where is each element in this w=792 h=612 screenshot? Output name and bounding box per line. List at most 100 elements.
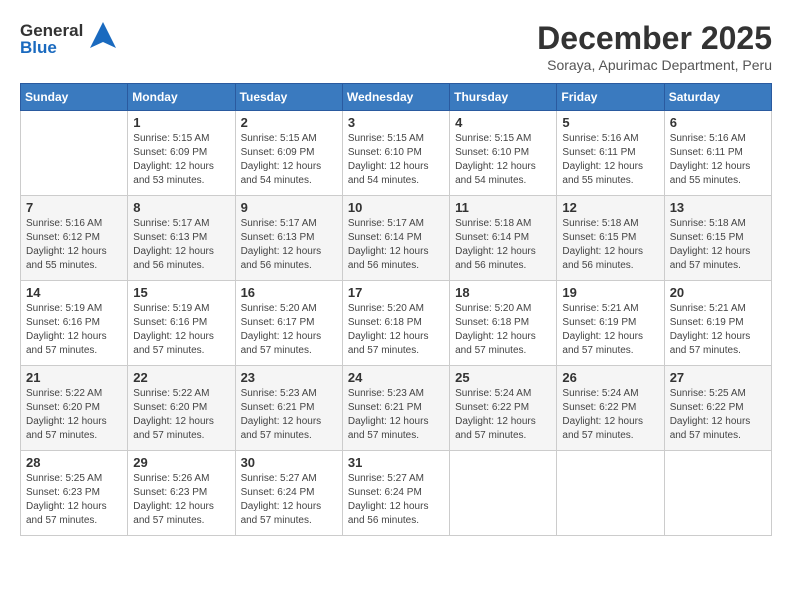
weekday-header-saturday: Saturday <box>664 84 771 111</box>
title-area: December 2025 Soraya, Apurimac Departmen… <box>537 20 772 73</box>
header: General Blue December 2025 Soraya, Apuri… <box>20 20 772 73</box>
weekday-header-tuesday: Tuesday <box>235 84 342 111</box>
day-info: Sunrise: 5:18 AMSunset: 6:15 PMDaylight:… <box>670 217 766 273</box>
day-number: 6 <box>670 115 766 130</box>
day-number: 23 <box>241 370 337 385</box>
day-number: 4 <box>455 115 551 130</box>
day-number: 10 <box>348 200 444 215</box>
day-info: Sunrise: 5:17 AMSunset: 6:14 PMDaylight:… <box>348 217 444 273</box>
day-number: 2 <box>241 115 337 130</box>
logo-blue: Blue <box>20 39 83 56</box>
calendar-cell: 7 Sunrise: 5:16 AMSunset: 6:12 PMDaylight… <box>21 196 128 281</box>
day-number: 26 <box>562 370 658 385</box>
day-info: Sunrise: 5:26 AMSunset: 6:23 PMDaylight:… <box>133 472 229 528</box>
calendar-cell: 18 Sunrise: 5:20 AMSunset: 6:18 PMDayligh… <box>450 281 557 366</box>
day-number: 18 <box>455 285 551 300</box>
calendar-cell: 31Sunrise: 5:27 AMSunset: 6:24 PMDayligh… <box>342 451 449 536</box>
day-info: Sunrise: 5:25 AMSunset: 6:22 PMDaylight:… <box>670 387 766 443</box>
calendar-cell: 21 Sunrise: 5:22 AMSunset: 6:20 PMDayligh… <box>21 366 128 451</box>
calendar-cell: 30 Sunrise: 5:27 AMSunset: 6:24 PMDayligh… <box>235 451 342 536</box>
day-info: Sunrise: 5:18 AMSunset: 6:15 PMDaylight:… <box>562 217 658 273</box>
day-number: 19 <box>562 285 658 300</box>
day-number: 17 <box>348 285 444 300</box>
calendar-cell: 5 Sunrise: 5:16 AMSunset: 6:11 PMDaylight… <box>557 111 664 196</box>
weekday-header-monday: Monday <box>128 84 235 111</box>
day-number: 25 <box>455 370 551 385</box>
day-info: Sunrise: 5:16 AMSunset: 6:11 PMDaylight:… <box>670 132 766 188</box>
day-number: 11 <box>455 200 551 215</box>
day-info: Sunrise: 5:27 AMSunset: 6:24 PMDaylight:… <box>241 472 337 528</box>
weekday-header-thursday: Thursday <box>450 84 557 111</box>
calendar-cell: 24 Sunrise: 5:23 AMSunset: 6:21 PMDayligh… <box>342 366 449 451</box>
calendar-cell: 13 Sunrise: 5:18 AMSunset: 6:15 PMDayligh… <box>664 196 771 281</box>
weekday-header-wednesday: Wednesday <box>342 84 449 111</box>
location-subtitle: Soraya, Apurimac Department, Peru <box>537 57 772 73</box>
week-row-4: 21 Sunrise: 5:22 AMSunset: 6:20 PMDayligh… <box>21 366 772 451</box>
day-number: 29 <box>133 455 229 470</box>
weekday-header-friday: Friday <box>557 84 664 111</box>
day-number: 14 <box>26 285 122 300</box>
calendar-cell <box>450 451 557 536</box>
day-number: 22 <box>133 370 229 385</box>
logo: General Blue <box>20 20 118 57</box>
day-info: Sunrise: 5:20 AMSunset: 6:18 PMDaylight:… <box>455 302 551 358</box>
calendar-cell: 26 Sunrise: 5:24 AMSunset: 6:22 PMDayligh… <box>557 366 664 451</box>
calendar-cell <box>557 451 664 536</box>
calendar-cell: 19 Sunrise: 5:21 AMSunset: 6:19 PMDayligh… <box>557 281 664 366</box>
day-info: Sunrise: 5:18 AMSunset: 6:14 PMDaylight:… <box>455 217 551 273</box>
calendar-cell: 6 Sunrise: 5:16 AMSunset: 6:11 PMDaylight… <box>664 111 771 196</box>
day-info: Sunrise: 5:27 AMSunset: 6:24 PMDaylight:… <box>348 472 444 528</box>
day-number: 7 <box>26 200 122 215</box>
day-info: Sunrise: 5:23 AMSunset: 6:21 PMDaylight:… <box>241 387 337 443</box>
logo-bird-icon <box>88 20 118 57</box>
week-row-5: 28 Sunrise: 5:25 AMSunset: 6:23 PMDayligh… <box>21 451 772 536</box>
day-info: Sunrise: 5:16 AMSunset: 6:12 PMDaylight:… <box>26 217 122 273</box>
day-info: Sunrise: 5:21 AMSunset: 6:19 PMDaylight:… <box>670 302 766 358</box>
week-row-1: 1 Sunrise: 5:15 AMSunset: 6:09 PMDaylight… <box>21 111 772 196</box>
day-number: 24 <box>348 370 444 385</box>
calendar-cell: 10 Sunrise: 5:17 AMSunset: 6:14 PMDayligh… <box>342 196 449 281</box>
day-info: Sunrise: 5:23 AMSunset: 6:21 PMDaylight:… <box>348 387 444 443</box>
calendar-cell: 16Sunrise: 5:20 AMSunset: 6:17 PMDayligh… <box>235 281 342 366</box>
week-row-3: 14 Sunrise: 5:19 AMSunset: 6:16 PMDayligh… <box>21 281 772 366</box>
day-info: Sunrise: 5:20 AMSunset: 6:17 PMDaylight:… <box>241 302 337 358</box>
calendar-table: SundayMondayTuesdayWednesdayThursdayFrid… <box>20 83 772 536</box>
day-number: 20 <box>670 285 766 300</box>
day-number: 8 <box>133 200 229 215</box>
calendar-cell: 17Sunrise: 5:20 AMSunset: 6:18 PMDayligh… <box>342 281 449 366</box>
day-info: Sunrise: 5:15 AMSunset: 6:10 PMDaylight:… <box>455 132 551 188</box>
day-info: Sunrise: 5:19 AMSunset: 6:16 PMDaylight:… <box>26 302 122 358</box>
day-number: 12 <box>562 200 658 215</box>
calendar-cell: 2 Sunrise: 5:15 AMSunset: 6:09 PMDaylight… <box>235 111 342 196</box>
day-info: Sunrise: 5:25 AMSunset: 6:23 PMDaylight:… <box>26 472 122 528</box>
day-info: Sunrise: 5:24 AMSunset: 6:22 PMDaylight:… <box>562 387 658 443</box>
day-info: Sunrise: 5:19 AMSunset: 6:16 PMDaylight:… <box>133 302 229 358</box>
logo-general: General <box>20 22 83 39</box>
day-number: 21 <box>26 370 122 385</box>
day-info: Sunrise: 5:15 AMSunset: 6:09 PMDaylight:… <box>241 132 337 188</box>
day-info: Sunrise: 5:17 AMSunset: 6:13 PMDaylight:… <box>133 217 229 273</box>
month-year-title: December 2025 <box>537 20 772 57</box>
weekday-header-sunday: Sunday <box>21 84 128 111</box>
day-info: Sunrise: 5:22 AMSunset: 6:20 PMDaylight:… <box>26 387 122 443</box>
calendar-cell: 22 Sunrise: 5:22 AMSunset: 6:20 PMDayligh… <box>128 366 235 451</box>
day-info: Sunrise: 5:16 AMSunset: 6:11 PMDaylight:… <box>562 132 658 188</box>
calendar-cell: 12 Sunrise: 5:18 AMSunset: 6:15 PMDayligh… <box>557 196 664 281</box>
calendar-cell: 29 Sunrise: 5:26 AMSunset: 6:23 PMDayligh… <box>128 451 235 536</box>
day-number: 13 <box>670 200 766 215</box>
day-number: 30 <box>241 455 337 470</box>
day-number: 5 <box>562 115 658 130</box>
day-info: Sunrise: 5:21 AMSunset: 6:19 PMDaylight:… <box>562 302 658 358</box>
calendar-cell: 15Sunrise: 5:19 AMSunset: 6:16 PMDayligh… <box>128 281 235 366</box>
day-info: Sunrise: 5:22 AMSunset: 6:20 PMDaylight:… <box>133 387 229 443</box>
calendar-cell: 27Sunrise: 5:25 AMSunset: 6:22 PMDayligh… <box>664 366 771 451</box>
calendar-cell: 25Sunrise: 5:24 AMSunset: 6:22 PMDayligh… <box>450 366 557 451</box>
logo-text: General Blue <box>20 22 83 56</box>
day-number: 28 <box>26 455 122 470</box>
calendar-cell: 14 Sunrise: 5:19 AMSunset: 6:16 PMDayligh… <box>21 281 128 366</box>
week-row-2: 7 Sunrise: 5:16 AMSunset: 6:12 PMDaylight… <box>21 196 772 281</box>
calendar-cell: 3Sunrise: 5:15 AMSunset: 6:10 PMDaylight… <box>342 111 449 196</box>
day-info: Sunrise: 5:15 AMSunset: 6:09 PMDaylight:… <box>133 132 229 188</box>
day-number: 9 <box>241 200 337 215</box>
day-number: 1 <box>133 115 229 130</box>
